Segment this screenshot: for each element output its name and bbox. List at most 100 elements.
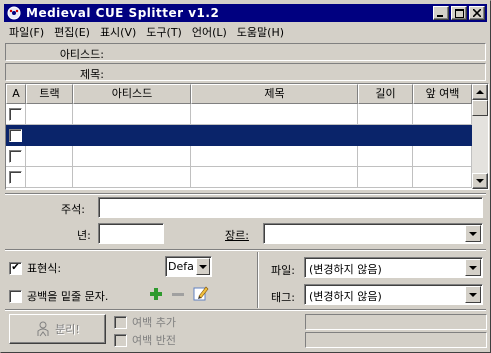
file-rename-select[interactable]: (변경하지 않음) xyxy=(304,257,483,278)
row-checkbox[interactable] xyxy=(9,149,22,163)
split-button-label: 분리! xyxy=(55,323,80,336)
progress-bar-total xyxy=(305,332,487,348)
gap-add-checkbox-row[interactable]: 여백 추가 xyxy=(114,314,176,330)
progress-bar-track xyxy=(305,314,487,330)
tag-value: (변경하지 않음) xyxy=(309,290,382,303)
maximize-button[interactable] xyxy=(451,6,467,20)
title-cell xyxy=(191,146,358,167)
chevron-down-icon xyxy=(199,264,207,269)
album-artist-row: 아티스드: xyxy=(5,43,486,61)
track-cell xyxy=(26,146,73,167)
title-cell xyxy=(191,167,358,188)
file-label: 파일: xyxy=(271,264,295,277)
file-rename-value: (변경하지 않음) xyxy=(309,263,382,276)
pregap-cell xyxy=(413,125,472,146)
artist-cell xyxy=(73,167,191,188)
track-grid-scrollbar[interactable] xyxy=(472,84,488,189)
row-checkbox[interactable] xyxy=(9,170,22,184)
col-header-length[interactable]: 길이 xyxy=(358,84,413,104)
menu-edit[interactable]: 편집(E) xyxy=(49,24,95,41)
table-row[interactable] xyxy=(6,104,472,125)
app-window: Medieval CUE Splitter v1.2 파일(F) 편집(E) 표… xyxy=(0,0,491,353)
app-cd-icon xyxy=(6,5,22,21)
col-header-track[interactable]: 트랙 xyxy=(26,84,73,104)
album-title-label: 제목: xyxy=(80,68,104,81)
col-header-title[interactable]: 제목 xyxy=(191,84,358,104)
add-icon[interactable] xyxy=(149,287,163,301)
tag-dropdown-button[interactable] xyxy=(465,286,481,303)
expression-dropdown-button[interactable] xyxy=(196,258,210,275)
expression-checkbox-row[interactable]: ✔ 표현식: xyxy=(9,260,61,276)
expression-select-value: Defa xyxy=(168,260,194,273)
track-cell xyxy=(26,125,73,146)
space-underscore-checkbox-row[interactable]: 공백을 밑줄 문자. xyxy=(9,288,108,304)
tag-label: 태그: xyxy=(271,291,295,304)
comment-label: 주석: xyxy=(61,203,85,216)
scroll-down-button[interactable] xyxy=(472,173,488,189)
comment-input[interactable] xyxy=(98,197,483,218)
remove-icon[interactable] xyxy=(171,287,185,301)
gap-reverse-checkbox-row[interactable]: 여백 반전 xyxy=(114,332,176,348)
length-cell xyxy=(358,104,413,125)
col-header-pregap[interactable]: 앞 여백 xyxy=(413,84,472,104)
artist-cell xyxy=(73,104,191,125)
gap-reverse-checkbox[interactable] xyxy=(114,333,127,347)
gap-reverse-label: 여백 반전 xyxy=(132,334,176,347)
col-header-artist[interactable]: 아티스드 xyxy=(73,84,191,104)
expression-label: 표현식: xyxy=(27,262,62,275)
window-controls xyxy=(431,6,485,20)
year-input[interactable] xyxy=(98,223,164,244)
menu-tools[interactable]: 도구(T) xyxy=(141,24,187,41)
expression-select[interactable]: Defa xyxy=(165,256,212,277)
table-row[interactable] xyxy=(6,146,472,167)
album-artist-label: 아티스드: xyxy=(59,48,104,61)
menu-help[interactable]: 도움말(H) xyxy=(232,24,289,41)
genre-dropdown-button[interactable] xyxy=(465,225,481,242)
col-header-a[interactable]: A xyxy=(6,84,26,104)
genre-select[interactable] xyxy=(263,223,483,244)
length-cell xyxy=(358,167,413,188)
menu-file[interactable]: 파일(F) xyxy=(4,24,49,41)
minimize-button[interactable] xyxy=(433,6,449,20)
scroll-thumb[interactable] xyxy=(472,100,488,116)
gap-add-checkbox[interactable] xyxy=(114,315,127,329)
scroll-up-button[interactable] xyxy=(472,84,488,100)
row-checkbox[interactable] xyxy=(9,107,22,121)
track-grid-header: A 트랙 아티스드 제목 길이 앞 여백 xyxy=(6,84,472,104)
title-cell xyxy=(191,125,358,146)
title-bar[interactable]: Medieval CUE Splitter v1.2 xyxy=(4,4,487,22)
pregap-cell xyxy=(413,146,472,167)
space-underscore-checkbox[interactable] xyxy=(9,289,22,303)
gap-add-label: 여백 추가 xyxy=(132,316,176,329)
expression-checkbox[interactable]: ✔ xyxy=(9,261,22,275)
edit-icon[interactable] xyxy=(193,285,209,301)
split-button[interactable]: 분리! xyxy=(9,314,106,344)
table-row[interactable] xyxy=(6,167,472,188)
length-cell xyxy=(358,125,413,146)
table-row-selected[interactable] xyxy=(6,125,472,146)
length-cell xyxy=(358,146,413,167)
window-title: Medieval CUE Splitter v1.2 xyxy=(26,6,220,20)
file-dropdown-button[interactable] xyxy=(465,259,481,276)
track-cell xyxy=(26,167,73,188)
year-label: 년: xyxy=(77,229,91,242)
track-grid[interactable]: A 트랙 아티스드 제목 길이 앞 여백 xyxy=(5,83,489,190)
divider xyxy=(5,249,486,251)
close-button[interactable] xyxy=(469,6,485,20)
artist-cell xyxy=(73,125,191,146)
chevron-down-icon xyxy=(469,292,477,297)
divider-vertical xyxy=(257,252,259,308)
menu-language[interactable]: 언어(L) xyxy=(187,24,232,41)
menu-bar: 파일(F) 편집(E) 표시(V) 도구(T) 언어(L) 도움말(H) xyxy=(4,23,487,42)
tag-select[interactable]: (변경하지 않음) xyxy=(304,284,483,305)
pregap-cell xyxy=(413,104,472,125)
menu-view[interactable]: 표시(V) xyxy=(95,24,141,41)
divider xyxy=(5,309,486,311)
chevron-down-icon xyxy=(469,265,477,270)
split-person-icon xyxy=(37,321,49,337)
album-title-row: 제목: xyxy=(5,63,486,81)
pregap-cell xyxy=(413,167,472,188)
row-checkbox[interactable] xyxy=(9,128,22,142)
space-underscore-label: 공백을 밑줄 문자. xyxy=(27,290,109,303)
chevron-down-icon xyxy=(469,231,477,236)
